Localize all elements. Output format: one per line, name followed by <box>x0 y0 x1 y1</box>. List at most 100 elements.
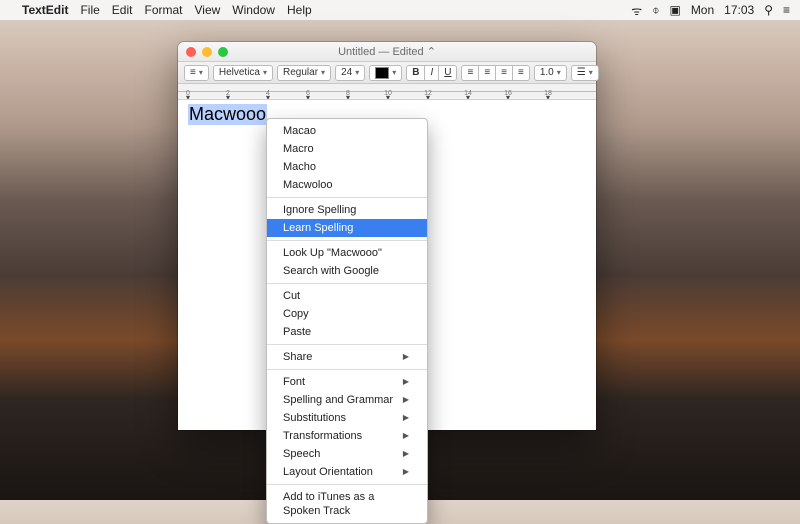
menu-item-ignore-spelling[interactable]: Ignore Spelling <box>267 201 427 219</box>
menu-item-label: Transformations <box>283 429 362 443</box>
menu-item-substitutions[interactable]: Substitutions▶ <box>267 409 427 427</box>
line-spacing-select[interactable]: 1.0 ▾ <box>534 65 567 81</box>
menu-item-paste[interactable]: Paste <box>267 323 427 341</box>
menu-item-search-google[interactable]: Search with Google <box>267 262 427 280</box>
font-size-label: 24 <box>341 67 352 78</box>
menu-item-lookup[interactable]: Look Up "Macwooo" <box>267 244 427 262</box>
menu-window[interactable]: Window <box>232 3 275 17</box>
minimize-icon[interactable] <box>202 47 212 57</box>
selected-text[interactable]: Macwooo <box>188 104 267 125</box>
menu-item-copy[interactable]: Copy <box>267 305 427 323</box>
tab-stop-icon[interactable]: ▾ <box>466 93 470 100</box>
menu-edit[interactable]: Edit <box>112 3 133 17</box>
menu-item-spelling-grammar[interactable]: Spelling and Grammar▶ <box>267 391 427 409</box>
bluetooth-icon[interactable]: ⌽ <box>652 3 659 18</box>
submenu-arrow-icon: ▶ <box>403 350 409 364</box>
menu-item-label: Layout Orientation <box>283 465 373 479</box>
chevron-down-icon: ▾ <box>589 68 593 77</box>
close-icon[interactable] <box>186 47 196 57</box>
styles-button[interactable]: ≡ ▾ <box>184 65 209 81</box>
font-family-label: Helvetica <box>219 67 260 78</box>
menu-item-suggestion[interactable]: Macao <box>267 122 427 140</box>
menu-item-learn-spelling[interactable]: Learn Spelling <box>267 219 427 237</box>
align-justify-button[interactable]: ≡ <box>512 65 530 81</box>
menu-separator <box>267 484 427 485</box>
align-left-button[interactable]: ≡ <box>461 65 479 81</box>
menu-separator <box>267 369 427 370</box>
color-swatch <box>375 67 389 79</box>
menu-item-label: Macao <box>283 124 316 138</box>
document-ruler[interactable]: 0 2 4 6 8 10 12 14 16 18 ▾ ▾ ▾ ▾ ▾ ▾ ▾ ▾… <box>178 84 596 100</box>
menu-item-add-to-itunes[interactable]: Add to iTunes as a Spoken Track <box>267 488 427 520</box>
styles-icon: ≡ <box>190 67 196 78</box>
context-menu: Macao Macro Macho Macwoloo Ignore Spelli… <box>266 118 428 524</box>
menu-help[interactable]: Help <box>287 3 312 17</box>
spotlight-icon[interactable]: ⚲ <box>764 3 773 17</box>
font-style-select[interactable]: Regular ▾ <box>277 65 331 81</box>
submenu-arrow-icon: ▶ <box>403 375 409 389</box>
menu-file[interactable]: File <box>80 3 99 17</box>
align-left-icon: ≡ <box>467 67 473 78</box>
align-right-button[interactable]: ≡ <box>495 65 513 81</box>
align-center-icon: ≡ <box>484 67 490 78</box>
menu-item-label: Substitutions <box>283 411 346 425</box>
text-style-group: B I U <box>406 65 457 81</box>
chevron-down-icon: ▾ <box>557 68 561 77</box>
bold-button[interactable]: B <box>406 65 425 81</box>
menu-item-cut[interactable]: Cut <box>267 287 427 305</box>
menu-item-speech[interactable]: Speech▶ <box>267 445 427 463</box>
tab-stop-icon[interactable]: ▾ <box>266 93 270 100</box>
battery-icon[interactable]: ▣ <box>669 3 680 17</box>
menu-item-label: Cut <box>283 289 300 303</box>
menu-item-label: Copy <box>283 307 309 321</box>
menu-item-suggestion[interactable]: Macro <box>267 140 427 158</box>
menu-item-transformations[interactable]: Transformations▶ <box>267 427 427 445</box>
menu-item-label: Share <box>283 350 312 364</box>
menu-item-suggestion[interactable]: Macwoloo <box>267 176 427 194</box>
font-style-label: Regular <box>283 67 318 78</box>
submenu-arrow-icon: ▶ <box>403 465 409 479</box>
align-center-button[interactable]: ≡ <box>478 65 496 81</box>
window-titlebar[interactable]: Untitled — Edited ⌃ <box>178 42 596 62</box>
menu-item-suggestion[interactable]: Macho <box>267 158 427 176</box>
tab-stop-icon[interactable]: ▾ <box>346 93 350 100</box>
menu-view[interactable]: View <box>195 3 221 17</box>
menu-item-label: Font <box>283 375 305 389</box>
window-title: Untitled — Edited ⌃ <box>338 45 436 58</box>
align-justify-icon: ≡ <box>518 67 524 78</box>
tab-stop-icon[interactable]: ▾ <box>386 93 390 100</box>
italic-button[interactable]: I <box>424 65 439 81</box>
menu-item-share[interactable]: Share ▶ <box>267 348 427 366</box>
wifi-icon[interactable]: ᯤ <box>631 2 642 19</box>
tab-stop-icon[interactable]: ▾ <box>226 93 230 100</box>
app-menu[interactable]: TextEdit <box>22 3 68 17</box>
underline-button[interactable]: U <box>438 65 457 81</box>
chevron-down-icon: ▾ <box>263 68 267 77</box>
tab-stop-icon[interactable]: ▾ <box>426 93 430 100</box>
menu-item-label: Spelling and Grammar <box>283 393 393 407</box>
notification-center-icon[interactable]: ≡ <box>783 3 790 17</box>
submenu-arrow-icon: ▶ <box>403 447 409 461</box>
font-family-select[interactable]: Helvetica ▾ <box>213 65 273 81</box>
zoom-icon[interactable] <box>218 47 228 57</box>
font-size-select[interactable]: 24 ▾ <box>335 65 365 81</box>
tab-stop-icon[interactable]: ▾ <box>186 93 190 100</box>
menu-item-label: Add to iTunes as a Spoken Track <box>283 490 409 518</box>
color-picker-button[interactable]: ▾ <box>369 65 402 81</box>
tab-stop-icon[interactable]: ▾ <box>546 93 550 100</box>
menubar-weekday[interactable]: Mon <box>691 3 714 17</box>
menu-item-label: Ignore Spelling <box>283 203 356 217</box>
menu-item-label: Macho <box>283 160 316 174</box>
list-style-button[interactable]: ☰ ▾ <box>571 65 599 81</box>
menu-item-label: Macwoloo <box>283 178 333 192</box>
menu-item-font[interactable]: Font ▶ <box>267 373 427 391</box>
tab-stop-icon[interactable]: ▾ <box>306 93 310 100</box>
menu-format[interactable]: Format <box>144 3 182 17</box>
tab-stop-icon[interactable]: ▾ <box>506 93 510 100</box>
menu-item-layout-orientation[interactable]: Layout Orientation ▶ <box>267 463 427 481</box>
menu-item-label: Macro <box>283 142 314 156</box>
menubar-time[interactable]: 17:03 <box>724 3 754 17</box>
list-icon: ☰ <box>577 67 586 78</box>
alignment-group: ≡ ≡ ≡ ≡ <box>461 65 529 81</box>
system-menubar: TextEdit File Edit Format View Window He… <box>0 0 800 20</box>
